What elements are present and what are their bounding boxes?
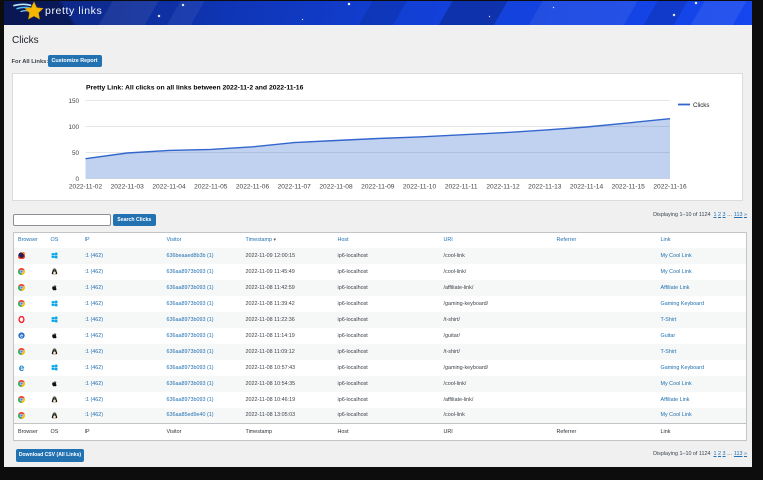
svg-text:50: 50 — [72, 150, 80, 157]
svg-text:2022-11-15: 2022-11-15 — [612, 183, 646, 190]
svg-text:2022-11-06: 2022-11-06 — [236, 183, 270, 190]
svg-text:2022-11-10: 2022-11-10 — [403, 183, 437, 190]
svg-text:150: 150 — [68, 98, 79, 105]
svg-text:100: 100 — [68, 124, 79, 131]
svg-text:2022-11-02: 2022-11-02 — [69, 183, 103, 190]
svg-text:e: e — [20, 333, 23, 339]
svg-text:Pretty Link: All clicks on all: Pretty Link: All clicks on all links bet… — [86, 84, 304, 91]
svg-text:2022-11-03: 2022-11-03 — [111, 183, 145, 190]
svg-text:0: 0 — [75, 176, 79, 183]
svg-text:2022-11-11: 2022-11-11 — [445, 183, 478, 190]
svg-text:2022-11-07: 2022-11-07 — [278, 183, 312, 190]
svg-text:2022-11-14: 2022-11-14 — [570, 183, 604, 190]
svg-text:2022-11-12: 2022-11-12 — [486, 183, 520, 190]
svg-text:2022-11-05: 2022-11-05 — [194, 183, 228, 190]
svg-text:2022-11-09: 2022-11-09 — [361, 183, 395, 190]
svg-text:e: e — [19, 364, 25, 371]
svg-text:2022-11-16: 2022-11-16 — [653, 183, 687, 190]
svg-text:2022-11-04: 2022-11-04 — [152, 183, 186, 190]
svg-text:Clicks: Clicks — [693, 101, 710, 108]
svg-text:2022-11-13: 2022-11-13 — [528, 183, 562, 190]
svg-text:2022-11-08: 2022-11-08 — [319, 183, 353, 190]
